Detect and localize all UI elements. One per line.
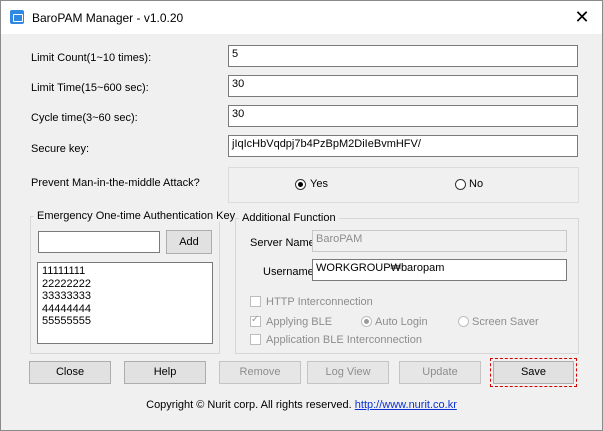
username-label: Username — [263, 266, 314, 278]
auto-login-label: Auto Login — [375, 316, 428, 328]
emergency-key-input[interactable] — [38, 231, 160, 253]
auto-login-radio[interactable] — [361, 316, 372, 327]
screen-saver-label: Screen Saver — [472, 316, 539, 328]
title-bar: BaroPAM Manager - v1.0.20 ✕ — [1, 1, 602, 34]
app-icon — [10, 10, 24, 24]
cycle-time-label: Cycle time(3~60 sec): — [31, 112, 138, 124]
limit-time-input[interactable]: 30 — [228, 75, 578, 97]
server-name-label: Server Name — [250, 237, 315, 249]
additional-function-legend: Additional Function — [239, 212, 339, 224]
mitm-radio-group: Yes No — [228, 167, 579, 203]
help-button[interactable]: Help — [124, 361, 206, 384]
save-button[interactable]: Save — [493, 361, 574, 384]
app-ble-interconnection-label: Application BLE Interconnection — [266, 334, 422, 346]
close-button[interactable]: Close — [29, 361, 111, 384]
limit-count-label: Limit Count(1~10 times): — [31, 52, 152, 64]
baropam-manager-window: BaroPAM Manager - v1.0.20 ✕ Limit Count(… — [0, 0, 603, 431]
limit-time-label: Limit Time(15~600 sec): — [31, 82, 149, 94]
close-window-icon[interactable]: ✕ — [572, 7, 592, 27]
remove-button[interactable]: Remove — [219, 361, 301, 384]
log-view-button[interactable]: Log View — [307, 361, 389, 384]
app-ble-interconnection-checkbox[interactable] — [250, 334, 261, 345]
secure-key-label: Secure key: — [31, 143, 90, 155]
cycle-time-input[interactable]: 30 — [228, 105, 578, 127]
website-link[interactable]: http://www.nurit.co.kr — [355, 399, 457, 411]
http-interconnection-checkbox[interactable] — [250, 296, 261, 307]
mitm-label: Prevent Man-in-the-middle Attack? — [31, 177, 200, 189]
key-list-item[interactable]: 44444444 — [42, 303, 208, 316]
mitm-no-label: No — [469, 178, 484, 190]
add-key-button[interactable]: Add — [166, 230, 212, 254]
limit-count-input[interactable]: 5 — [228, 45, 578, 67]
copyright-text: Copyright © Nurit corp. All rights reser… — [146, 399, 352, 411]
emergency-key-list[interactable]: 11111111 22222222 33333333 44444444 5555… — [37, 262, 213, 344]
http-interconnection-label: HTTP Interconnection — [266, 296, 373, 308]
key-list-item[interactable]: 22222222 — [42, 278, 208, 291]
secure-key-input[interactable]: jIqIcHbVqdpj7b4PzBpM2DiIeBvmHFV/ — [228, 135, 578, 157]
key-list-item[interactable]: 11111111 — [42, 265, 208, 278]
update-button[interactable]: Update — [399, 361, 481, 384]
key-list-item[interactable]: 55555555 — [42, 315, 208, 328]
mitm-yes-label: Yes — [310, 178, 328, 190]
screen-saver-radio[interactable] — [458, 316, 469, 327]
applying-ble-label: Applying BLE — [266, 316, 333, 328]
emergency-key-legend: Emergency One-time Authentication Key — [34, 210, 239, 222]
mitm-no-radio[interactable] — [455, 179, 466, 190]
key-list-item[interactable]: 33333333 — [42, 290, 208, 303]
window-title: BaroPAM Manager - v1.0.20 — [32, 11, 184, 25]
server-name-input: BaroPAM — [312, 230, 567, 252]
footer: Copyright © Nurit corp. All rights reser… — [1, 399, 602, 411]
applying-ble-checkbox[interactable] — [250, 314, 261, 327]
mitm-yes-radio[interactable] — [295, 179, 306, 190]
username-input[interactable]: WORKGROUP₩baropam — [312, 259, 567, 281]
